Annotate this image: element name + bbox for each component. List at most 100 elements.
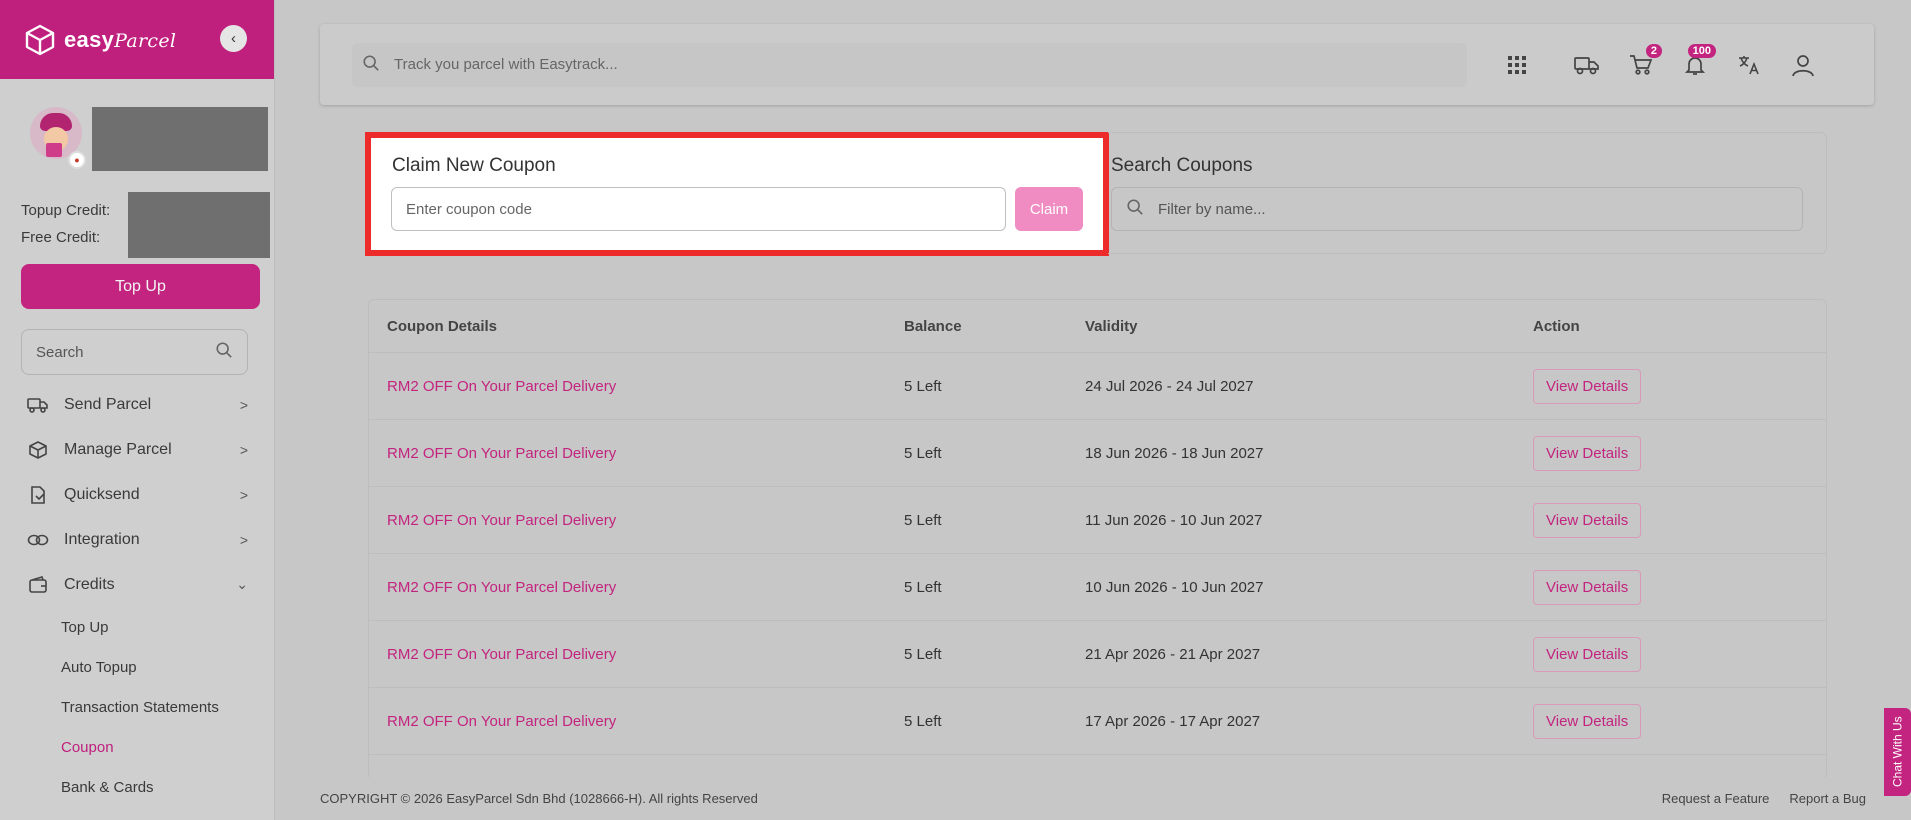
- coupon-balance: 5 Left: [904, 578, 942, 596]
- coupon-validity: 18 Jun 2026 - 18 Jun 2027: [1085, 444, 1264, 462]
- view-details-button[interactable]: View Details: [1533, 569, 1642, 605]
- credit-labels: Topup Credit: Free Credit:: [21, 197, 110, 251]
- request-feature-link[interactable]: Request a Feature: [1662, 791, 1770, 806]
- top-bar: Track you parcel with Easytrack... 2 100: [320, 24, 1874, 105]
- filter-placeholder: Filter by name...: [1158, 200, 1266, 218]
- sidebar-item-credits[interactable]: Credits ⌄: [0, 562, 275, 607]
- view-details-button[interactable]: View Details: [1533, 703, 1642, 739]
- profile[interactable]: ●: [30, 107, 86, 169]
- coupon-balance: 5 Left: [904, 444, 942, 462]
- truck-icon: [27, 394, 49, 416]
- chevron-right-icon: >: [239, 441, 248, 458]
- cart-count-badge: 2: [1645, 43, 1662, 58]
- table-row: RM2 OFF On Your Parcel Delivery 5 Left 2…: [369, 621, 1826, 688]
- sidebar-item-label: Send Parcel: [64, 395, 152, 413]
- chevron-left-icon: ‹: [231, 30, 236, 47]
- flag-icon: ●: [68, 151, 86, 169]
- free-credit-label: Free Credit:: [21, 229, 101, 246]
- apps-grid-icon[interactable]: [1502, 50, 1532, 80]
- chat-with-us-tab[interactable]: Chat With Us: [1884, 708, 1911, 796]
- coupon-balance: 5 Left: [904, 712, 942, 730]
- header-validity: Validity: [1085, 317, 1138, 335]
- copyright-text: COPYRIGHT © 2026 EasyParcel Sdn Bhd (102…: [320, 791, 758, 806]
- box-icon: [27, 439, 49, 461]
- top-icons: 2 100: [1502, 43, 1842, 80]
- coupon-validity: 21 Apr 2026 - 21 Apr 2027: [1085, 645, 1261, 663]
- easytrack-placeholder: Track you parcel with Easytrack...: [394, 56, 618, 73]
- coupon-name-link[interactable]: RM2 OFF On Your Parcel Delivery: [387, 713, 616, 730]
- claim-button[interactable]: Claim: [1015, 187, 1083, 231]
- credits-submenu: Top Up Auto Topup Transaction Statements…: [0, 607, 275, 807]
- sidebar-item-coupon[interactable]: Coupon: [61, 727, 275, 767]
- claim-coupon-title: Claim New Coupon: [392, 155, 556, 176]
- quicksend-icon: [27, 484, 49, 506]
- sidebar-item-transaction-statements[interactable]: Transaction Statements: [61, 687, 275, 727]
- table-row: RM2 OFF On Your Parcel Delivery 5 Left 2…: [369, 353, 1826, 420]
- topup-button[interactable]: Top Up: [21, 264, 260, 309]
- collapse-sidebar-button[interactable]: ‹: [220, 25, 247, 52]
- sidebar-item-bank-cards[interactable]: Bank & Cards: [61, 767, 275, 807]
- header-action: Action: [1533, 317, 1580, 335]
- coupon-validity: 10 Jun 2026 - 10 Jun 2027: [1085, 578, 1264, 596]
- translate-icon[interactable]: [1734, 50, 1764, 80]
- coupon-validity: 17 Apr 2026 - 17 Apr 2027: [1085, 712, 1261, 730]
- cube-logo-icon: [22, 22, 58, 58]
- sidebar-item-integration[interactable]: Integration >: [0, 517, 275, 562]
- coupon-balance: 5 Left: [904, 645, 942, 663]
- sidebar-item-label: Credits: [64, 575, 115, 593]
- coupon-name-link[interactable]: RM2 OFF On Your Parcel Delivery: [387, 512, 616, 529]
- brand-logo[interactable]: easyParcel: [64, 27, 176, 53]
- brand-name-script: Parcel: [114, 29, 177, 52]
- search-icon: [362, 54, 380, 76]
- search-icon: [215, 341, 233, 363]
- coupon-validity: 24 Jul 2026 - 24 Jul 2027: [1085, 377, 1254, 395]
- coupon-validity: 11 Jun 2026 - 10 Jun 2027: [1085, 511, 1263, 529]
- search-icon: [1126, 198, 1144, 220]
- header-balance: Balance: [904, 317, 962, 335]
- coupon-code-input[interactable]: [391, 187, 1006, 231]
- coupon-name-link[interactable]: RM2 OFF On Your Parcel Delivery: [387, 445, 616, 462]
- wallet-icon: [27, 574, 49, 596]
- notifications-count-badge: 100: [1687, 43, 1716, 58]
- coupon-balance: 5 Left: [904, 377, 942, 395]
- delivery-truck-icon[interactable]: [1572, 50, 1602, 80]
- redacted-credit: [128, 192, 270, 258]
- view-details-button[interactable]: View Details: [1533, 636, 1642, 672]
- header-coupon-details: Coupon Details: [387, 317, 498, 335]
- sidebar-item-auto-topup[interactable]: Auto Topup: [61, 647, 275, 687]
- view-details-button[interactable]: View Details: [1533, 502, 1642, 538]
- redacted-name: [92, 107, 268, 171]
- sidebar-search[interactable]: Search: [21, 329, 248, 375]
- sidebar-item-label: Integration: [64, 530, 140, 548]
- sidebar-item-top-up[interactable]: Top Up: [61, 607, 275, 647]
- sidebar-item-send-parcel[interactable]: Send Parcel >: [0, 382, 275, 427]
- bell-icon[interactable]: 100: [1680, 43, 1716, 80]
- table-row: RM2 OFF On Your Parcel Delivery 5 Left 1…: [369, 487, 1826, 554]
- sidebar-search-placeholder: Search: [36, 343, 84, 361]
- sidebar: easyParcel ‹ ● Topup Credit: Free Credit…: [0, 0, 275, 820]
- coupon-name-link[interactable]: RM2 OFF On Your Parcel Delivery: [387, 579, 616, 596]
- view-details-button[interactable]: View Details: [1533, 435, 1642, 471]
- sidebar-item-label: Manage Parcel: [64, 440, 172, 458]
- sidebar-item-quicksend[interactable]: Quicksend >: [0, 472, 275, 517]
- report-bug-link[interactable]: Report a Bug: [1789, 791, 1866, 806]
- coupon-name-link[interactable]: RM2 OFF On Your Parcel Delivery: [387, 378, 616, 395]
- topup-credit-label: Topup Credit:: [21, 202, 111, 219]
- cart-icon[interactable]: 2: [1626, 43, 1662, 80]
- view-details-button[interactable]: View Details: [1533, 368, 1642, 404]
- chevron-right-icon: >: [239, 396, 248, 413]
- table-header: Coupon Details Balance Validity Action: [369, 300, 1826, 353]
- sidebar-item-manage-parcel[interactable]: Manage Parcel >: [0, 427, 275, 472]
- table-row: RM2 OFF On Your Parcel Delivery 5 Left 1…: [369, 688, 1826, 755]
- search-coupons-title: Search Coupons: [1111, 155, 1253, 176]
- table-row: RM2 OFF On Your Parcel Delivery 5 Left 1…: [369, 554, 1826, 621]
- table-row: RM2 OFF On Your Parcel Delivery 5 Left 1…: [369, 420, 1826, 487]
- filter-coupons-input[interactable]: Filter by name...: [1111, 187, 1803, 231]
- user-profile-icon[interactable]: [1788, 50, 1818, 80]
- brand-name: easy: [64, 26, 115, 52]
- sidebar-nav: Send Parcel > Manage Parcel > Quicksend …: [0, 382, 275, 807]
- easytrack-search[interactable]: Track you parcel with Easytrack...: [352, 42, 1467, 87]
- brand-header: easyParcel ‹: [0, 0, 274, 79]
- coupon-name-link[interactable]: RM2 OFF On Your Parcel Delivery: [387, 646, 616, 663]
- chevron-right-icon: >: [239, 531, 248, 548]
